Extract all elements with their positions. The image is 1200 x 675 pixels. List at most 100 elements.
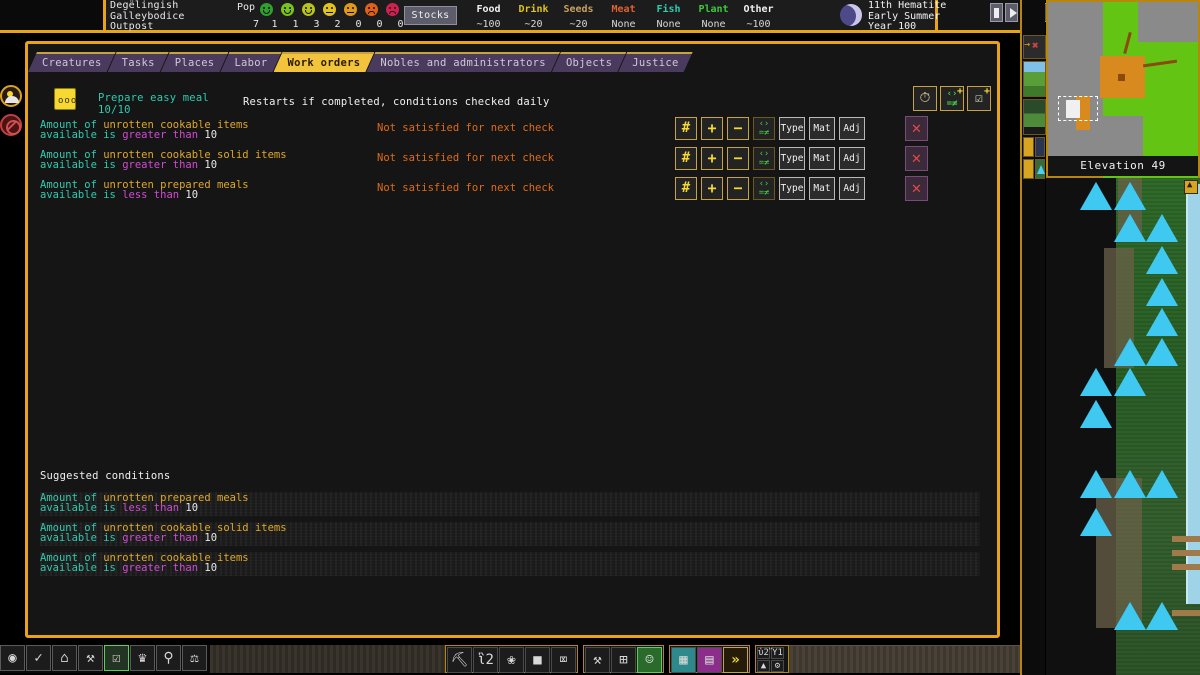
stock-column-food[interactable]: Food ~100: [466, 2, 511, 32]
decrease-amount-button[interactable]: −: [727, 177, 749, 200]
set-amount-button[interactable]: #: [675, 117, 697, 140]
erase-designation-icon[interactable]: ⌧: [551, 647, 576, 673]
nobles-crown-icon[interactable]: ♛: [130, 645, 155, 671]
set-amount-button[interactable]: #: [675, 177, 697, 200]
tasks-scroll-icon[interactable]: ✓: [26, 645, 51, 671]
gear-small-icon[interactable]: ⚙: [771, 660, 784, 672]
vegetation-toggles[interactable]: [1023, 159, 1045, 179]
comparison-operator-button[interactable]: ‹› =≠: [753, 117, 775, 140]
tab-justice[interactable]: Justice: [618, 52, 692, 72]
squads-icon[interactable]: ☺: [637, 647, 662, 673]
tree-icon[interactable]: [1146, 470, 1178, 498]
tab-tasks[interactable]: Tasks: [108, 52, 169, 72]
item-type-button[interactable]: Type: [779, 147, 805, 170]
item-type-button[interactable]: Type: [779, 177, 805, 200]
stock-column-drink[interactable]: Drink ~20: [511, 2, 556, 32]
zones-icon[interactable]: ▦: [671, 647, 696, 673]
play-button[interactable]: [1005, 3, 1018, 22]
objects-amulet-icon[interactable]: ⚲: [156, 645, 181, 671]
tree-icon[interactable]: [1114, 182, 1146, 210]
stock-column-other[interactable]: Other ~100: [736, 2, 781, 32]
stocks-button[interactable]: Stocks: [404, 6, 457, 25]
frequency-clock-button[interactable]: ⏱: [913, 86, 937, 111]
bottom-center-toolbar[interactable]: ⛏ ἳ2 ❀ ■ ⌧ ⚒ ⊞ ☺ ▦ ▤» ὑ2 Ὕ1 ▲ ⚙: [445, 645, 789, 673]
build-workshop-icon[interactable]: ⚒: [585, 647, 610, 673]
increase-amount-button[interactable]: +: [701, 117, 723, 140]
no-entry-icon[interactable]: [0, 114, 22, 136]
world-map-view[interactable]: [1046, 178, 1200, 675]
suggested-condition-row[interactable]: Amount of unrotten cookable items availab…: [40, 552, 980, 578]
material-button[interactable]: Mat: [809, 177, 835, 200]
condition-row[interactable]: Amount of unrotten prepared meals availab…: [40, 176, 990, 210]
right-vertical-toolbar[interactable]: [1020, 0, 1046, 675]
yellow-marker-icon[interactable]: [1023, 159, 1034, 179]
stocks-summary[interactable]: Food ~100 Drink ~20 Seeds ~20 Meat None Fish None…: [466, 2, 781, 32]
more-options-icon[interactable]: »: [723, 647, 748, 673]
bottom-left-toolbar[interactable]: ◉ ✓ ⌂ ⚒ ☑ ♛ ⚲ ⚖: [0, 645, 207, 673]
labor-hammer-icon[interactable]: ⚒: [78, 645, 103, 671]
tree-icon[interactable]: [1080, 508, 1112, 536]
tab-bar[interactable]: Creatures Tasks Places Labor Work orders Nobl…: [28, 52, 685, 72]
tab-places[interactable]: Places: [161, 52, 229, 72]
condition-buttons[interactable]: # + − ‹› =≠ Type Mat Adj ✕: [675, 176, 928, 201]
material-button[interactable]: Mat: [809, 147, 835, 170]
mood-face-0[interactable]: [260, 3, 273, 16]
justice-scales-icon[interactable]: ⚖: [182, 645, 207, 671]
close-panel-button[interactable]: [1023, 35, 1046, 59]
build-furniture-icon[interactable]: ⊞: [611, 647, 636, 673]
stock-column-fish[interactable]: Fish None: [646, 2, 691, 32]
stockpiles-icon[interactable]: ▤: [697, 647, 722, 673]
decrease-amount-button[interactable]: −: [727, 147, 749, 170]
tab-labor[interactable]: Labor: [220, 52, 281, 72]
chop-trees-icon[interactable]: ἳ2: [473, 647, 498, 673]
tree-icon[interactable]: [1080, 368, 1112, 396]
tree-icon[interactable]: [1114, 214, 1146, 242]
delete-condition-button[interactable]: ✕: [905, 146, 928, 171]
increase-amount-button[interactable]: +: [701, 147, 723, 170]
tab-creatures[interactable]: Creatures: [28, 52, 116, 72]
tree-icon[interactable]: [1080, 182, 1112, 210]
tree-icon[interactable]: [1146, 214, 1178, 242]
suggested-condition-row[interactable]: Amount of unrotten cookable solid items a…: [40, 522, 980, 548]
tree-icon[interactable]: [1114, 338, 1146, 366]
adjective-button[interactable]: Adj: [839, 117, 865, 140]
lock-icon[interactable]: ὑ2: [757, 647, 770, 659]
stock-column-seeds[interactable]: Seeds ~20: [556, 2, 601, 32]
comparison-operator-button[interactable]: ‹› =≠: [753, 177, 775, 200]
world-alert-icon[interactable]: [1184, 180, 1198, 194]
mood-faces[interactable]: [260, 3, 399, 16]
work-order-title[interactable]: Prepare easy meal 10/10: [98, 92, 209, 116]
tree-marker-icon[interactable]: [1034, 159, 1045, 179]
tree-icon[interactable]: [1114, 470, 1146, 498]
suggested-condition-row[interactable]: Amount of unrotten prepared meals availab…: [40, 492, 980, 518]
delete-condition-button[interactable]: ✕: [905, 176, 928, 201]
places-building-icon[interactable]: ⌂: [52, 645, 77, 671]
increase-amount-button[interactable]: +: [701, 177, 723, 200]
condition-buttons[interactable]: # + − ‹› =≠ Type Mat Adj ✕: [675, 146, 928, 171]
surface-view-icon[interactable]: [1023, 61, 1046, 97]
comparison-operator-button[interactable]: ‹› =≠: [753, 147, 775, 170]
mood-face-3[interactable]: [323, 3, 336, 16]
stock-column-meat[interactable]: Meat None: [601, 2, 646, 32]
tab-work-orders[interactable]: Work orders: [274, 52, 375, 72]
tab-nobles-and-administrators[interactable]: Nobles and administrators: [366, 52, 560, 72]
add-suggested-conditions-button[interactable]: ☑ +: [967, 86, 991, 111]
work-order-tool-buttons[interactable]: ⏱ ‹› =≠ + ☑ +: [913, 86, 991, 111]
yellow-layer-icon[interactable]: [1023, 137, 1034, 157]
gather-plants-icon[interactable]: ❀: [499, 647, 524, 673]
adjective-button[interactable]: Adj: [839, 177, 865, 200]
tree-icon[interactable]: [1080, 400, 1112, 428]
underground-view-icon[interactable]: [1023, 99, 1046, 135]
mood-face-2[interactable]: [302, 3, 315, 16]
mine-pick-icon[interactable]: ⛏: [447, 647, 472, 673]
delete-condition-button[interactable]: ✕: [905, 116, 928, 141]
mood-face-5[interactable]: [365, 3, 378, 16]
grid-layer-icon[interactable]: [1034, 137, 1045, 157]
tree-icon[interactable]: [1114, 368, 1146, 396]
tab-objects[interactable]: Objects: [552, 52, 626, 72]
add-condition-button[interactable]: ‹› =≠ +: [940, 86, 964, 111]
work-orders-clipboard-icon[interactable]: ☑: [104, 645, 129, 671]
trash-icon[interactable]: Ὕ1: [771, 647, 784, 659]
set-amount-button[interactable]: #: [675, 147, 697, 170]
tree-icon[interactable]: [1146, 308, 1178, 336]
